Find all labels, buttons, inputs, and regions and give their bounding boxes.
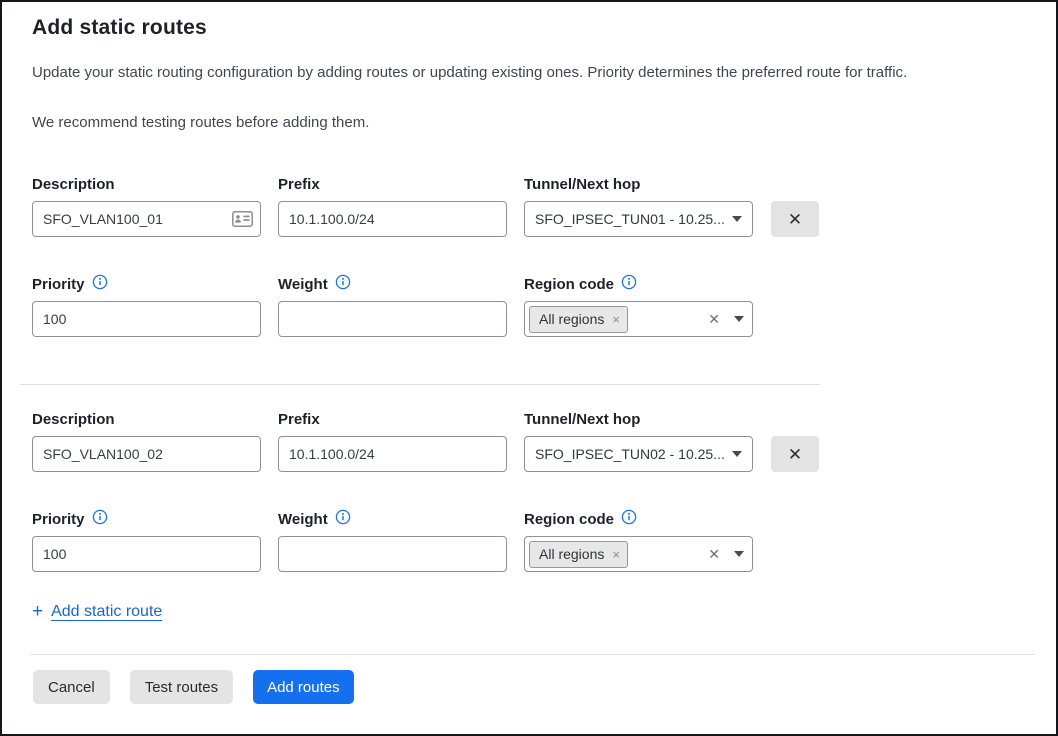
region-tag-label: All regions — [539, 311, 604, 327]
region-select[interactable]: All regions × ✕ — [524, 536, 753, 572]
region-tag: All regions × — [529, 306, 628, 333]
add-routes-button[interactable]: Add routes — [253, 670, 354, 704]
tunnel-next-hop-label: Tunnel/Next hop — [524, 173, 753, 195]
route-2-secondary-row: Priority Weight — [32, 508, 1026, 572]
chevron-down-icon — [732, 451, 742, 457]
info-icon[interactable] — [92, 509, 108, 529]
route-2-priority-field: Priority — [32, 508, 261, 572]
add-static-routes-dialog: Add static routes Update your static rou… — [0, 0, 1058, 736]
weight-label: Weight — [278, 511, 328, 528]
description-input[interactable] — [32, 201, 261, 237]
route-section-1: Description — [32, 173, 1026, 337]
description-label: Description — [32, 408, 261, 430]
route-section-2: Description Prefix Tunnel/Next hop SFO_I… — [32, 408, 1026, 572]
clear-selection-icon[interactable]: ✕ — [708, 546, 720, 563]
close-icon: ✕ — [788, 210, 802, 229]
tunnel-select-value: SFO_IPSEC_TUN02 - 10.25... — [535, 446, 732, 462]
section-divider — [20, 384, 820, 385]
close-icon: ✕ — [788, 445, 802, 464]
region-select[interactable]: All regions × ✕ — [524, 301, 753, 337]
route-2-weight-field: Weight — [278, 508, 507, 572]
info-icon[interactable] — [335, 274, 351, 294]
route-1-secondary-row: Priority Weight — [32, 273, 1026, 337]
dialog-intro-text: Update your static routing configuration… — [32, 64, 1026, 82]
route-1-weight-field: Weight — [278, 273, 507, 337]
chevron-down-icon — [734, 316, 744, 322]
priority-label: Priority — [32, 276, 85, 293]
priority-input[interactable] — [32, 301, 261, 337]
tunnel-select[interactable]: SFO_IPSEC_TUN01 - 10.25... — [524, 201, 753, 237]
plus-icon: + — [32, 602, 43, 621]
add-static-route-label: Add static route — [51, 603, 162, 621]
tag-remove-icon[interactable]: × — [612, 312, 620, 327]
cancel-button[interactable]: Cancel — [33, 670, 110, 704]
weight-input[interactable] — [278, 301, 507, 337]
prefix-input[interactable] — [278, 201, 507, 237]
prefix-label: Prefix — [278, 408, 507, 430]
dialog-content: Add static routes Update your static rou… — [2, 16, 1056, 622]
dialog-recommendation-text: We recommend testing routes before addin… — [32, 114, 1026, 132]
route-2-main-row: Description Prefix Tunnel/Next hop SFO_I… — [32, 408, 1026, 472]
region-code-label: Region code — [524, 511, 614, 528]
region-tag-label: All regions — [539, 546, 604, 562]
footer-actions: Cancel Test routes Add routes — [2, 670, 1056, 704]
tunnel-select-value: SFO_IPSEC_TUN01 - 10.25... — [535, 211, 732, 227]
prefix-label: Prefix — [278, 173, 507, 195]
route-1-tunnel-field: Tunnel/Next hop SFO_IPSEC_TUN01 - 10.25.… — [524, 173, 753, 237]
route-2-tunnel-field: Tunnel/Next hop SFO_IPSEC_TUN02 - 10.25.… — [524, 408, 753, 472]
priority-label: Priority — [32, 511, 85, 528]
priority-input[interactable] — [32, 536, 261, 572]
region-code-label: Region code — [524, 276, 614, 293]
info-icon[interactable] — [621, 274, 637, 294]
route-1-prefix-field: Prefix — [278, 173, 507, 237]
prefix-input[interactable] — [278, 436, 507, 472]
remove-route-button[interactable]: ✕ — [771, 436, 819, 472]
chevron-down-icon — [734, 551, 744, 557]
weight-label: Weight — [278, 276, 328, 293]
tunnel-select[interactable]: SFO_IPSEC_TUN02 - 10.25... — [524, 436, 753, 472]
tag-remove-icon[interactable]: × — [612, 547, 620, 562]
route-1-priority-field: Priority — [32, 273, 261, 337]
info-icon[interactable] — [92, 274, 108, 294]
contact-card-icon — [232, 211, 253, 227]
route-1-main-row: Description — [32, 173, 1026, 237]
route-1-region-field: Region code All regions × — [524, 273, 753, 337]
description-label: Description — [32, 173, 261, 195]
route-2-prefix-field: Prefix — [278, 408, 507, 472]
weight-input[interactable] — [278, 536, 507, 572]
clear-selection-icon[interactable]: ✕ — [708, 311, 720, 328]
tunnel-next-hop-label: Tunnel/Next hop — [524, 408, 753, 430]
info-icon[interactable] — [335, 509, 351, 529]
add-static-route-link[interactable]: + Add static route — [32, 602, 162, 621]
chevron-down-icon — [732, 216, 742, 222]
description-input[interactable] — [32, 436, 261, 472]
region-tag: All regions × — [529, 541, 628, 568]
route-1-description-field: Description — [32, 173, 261, 237]
remove-route-button[interactable]: ✕ — [771, 201, 819, 237]
route-2-region-field: Region code All regions × — [524, 508, 753, 572]
footer-divider — [30, 654, 1035, 655]
info-icon[interactable] — [621, 509, 637, 529]
test-routes-button[interactable]: Test routes — [130, 670, 233, 704]
route-2-description-field: Description — [32, 408, 261, 472]
page-title: Add static routes — [32, 16, 1026, 40]
